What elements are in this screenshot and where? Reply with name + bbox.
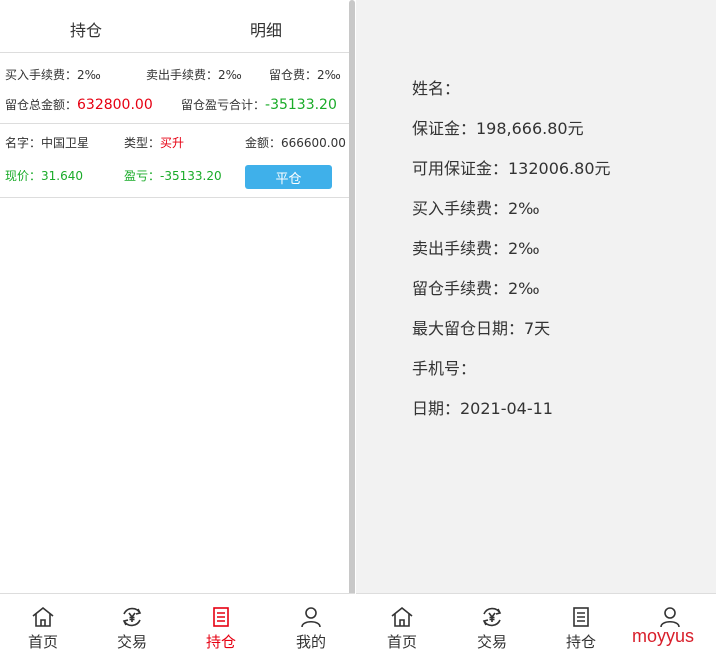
info-date: 日期：2021-04-11 bbox=[412, 399, 553, 418]
info-buy-fee: 买入手续费：2‰ bbox=[412, 199, 540, 218]
info-phone: 手机号： bbox=[412, 359, 477, 378]
holdings-panel: 持仓 明细 买入手续费：2‰ 卖出手续费：2‰ 留仓费：2‰ 留仓总金额：632… bbox=[0, 0, 355, 652]
total-pl-value: -35133.20 bbox=[265, 97, 337, 113]
tabbar-trade-label: 交易 bbox=[476, 633, 507, 651]
divider bbox=[0, 123, 355, 124]
tabbar-home[interactable]: 首页 bbox=[3, 594, 83, 652]
info-hold-fee: 留仓手续费：2‰ bbox=[412, 279, 540, 298]
user-icon bbox=[301, 607, 321, 628]
total-amount-label: 留仓总金额： bbox=[5, 98, 78, 112]
tabbar-home-label: 首页 bbox=[386, 633, 417, 651]
close-position-button[interactable]: 平仓 bbox=[245, 165, 332, 189]
document-icon bbox=[573, 607, 589, 627]
tabbar-home[interactable]: 首页 bbox=[362, 594, 442, 652]
info-margin: 保证金：198,666.80元 bbox=[412, 119, 584, 138]
tabbar-trade[interactable]: 交易 bbox=[92, 594, 172, 652]
position-type-value: 买升 bbox=[160, 136, 185, 150]
tabbar-hold-label: 持仓 bbox=[205, 633, 236, 651]
sell-fee-text: 卖出手续费：2‰ bbox=[146, 68, 242, 82]
home-icon bbox=[391, 606, 413, 627]
total-pl: 留仓盈亏合计：-35133.20 bbox=[181, 96, 337, 113]
app-screen: 持仓 明细 买入手续费：2‰ 卖出手续费：2‰ 留仓费：2‰ 留仓总金额：632… bbox=[0, 0, 716, 652]
home-icon bbox=[32, 606, 54, 627]
document-icon bbox=[213, 607, 229, 627]
total-pl-label: 留仓盈亏合计： bbox=[181, 98, 266, 112]
divider bbox=[0, 197, 355, 198]
position-type-label: 类型： bbox=[124, 136, 161, 150]
position-name: 名字：中国卫星 bbox=[5, 136, 90, 150]
info-sell-fee: 卖出手续费：2‰ bbox=[412, 239, 540, 258]
total-amount-value: 632800.00 bbox=[77, 97, 153, 113]
scrollbar[interactable] bbox=[349, 0, 355, 636]
yen-cycle-icon bbox=[482, 607, 502, 627]
info-available-margin: 可用保证金：132006.80元 bbox=[412, 159, 611, 178]
yen-cycle-icon bbox=[122, 607, 142, 627]
tabbar-trade-label: 交易 bbox=[116, 633, 147, 651]
tabbar-hold[interactable]: 持仓 bbox=[181, 594, 261, 652]
position-amount: 金额：666600.00 bbox=[245, 136, 346, 150]
tabbar-trade[interactable]: 交易 bbox=[452, 594, 532, 652]
tabbar-hold[interactable]: 持仓 bbox=[541, 594, 621, 652]
info-max-days: 最大留仓日期：7天 bbox=[412, 319, 551, 338]
top-tabs: 持仓 明细 bbox=[0, 0, 355, 53]
position-type: 类型：买升 bbox=[124, 134, 184, 151]
bottom-tabbar-left: 首页 交易 持仓 我的 bbox=[0, 593, 355, 652]
tab-positions[interactable]: 持仓 bbox=[70, 17, 102, 41]
account-info-panel: 姓名： 保证金：198,666.80元 可用保证金：132006.80元 买入手… bbox=[356, 0, 716, 593]
hold-fee-text: 留仓费：2‰ bbox=[269, 68, 341, 82]
tabbar-mine-label: 我的 bbox=[295, 633, 326, 651]
tabbar-home-label: 首页 bbox=[27, 633, 58, 651]
tab-details[interactable]: 明细 bbox=[250, 17, 282, 41]
current-price: 现价：31.640 bbox=[5, 169, 83, 183]
position-pl: 盈亏：-35133.20 bbox=[124, 169, 222, 183]
total-amount: 留仓总金额：632800.00 bbox=[5, 96, 153, 113]
tabbar-mine[interactable]: 我的 bbox=[271, 594, 351, 652]
tabbar-hold-label: 持仓 bbox=[565, 633, 596, 651]
watermark: moyyus bbox=[632, 626, 695, 646]
info-name: 姓名： bbox=[412, 79, 461, 98]
buy-fee-text: 买入手续费：2‰ bbox=[5, 68, 101, 82]
